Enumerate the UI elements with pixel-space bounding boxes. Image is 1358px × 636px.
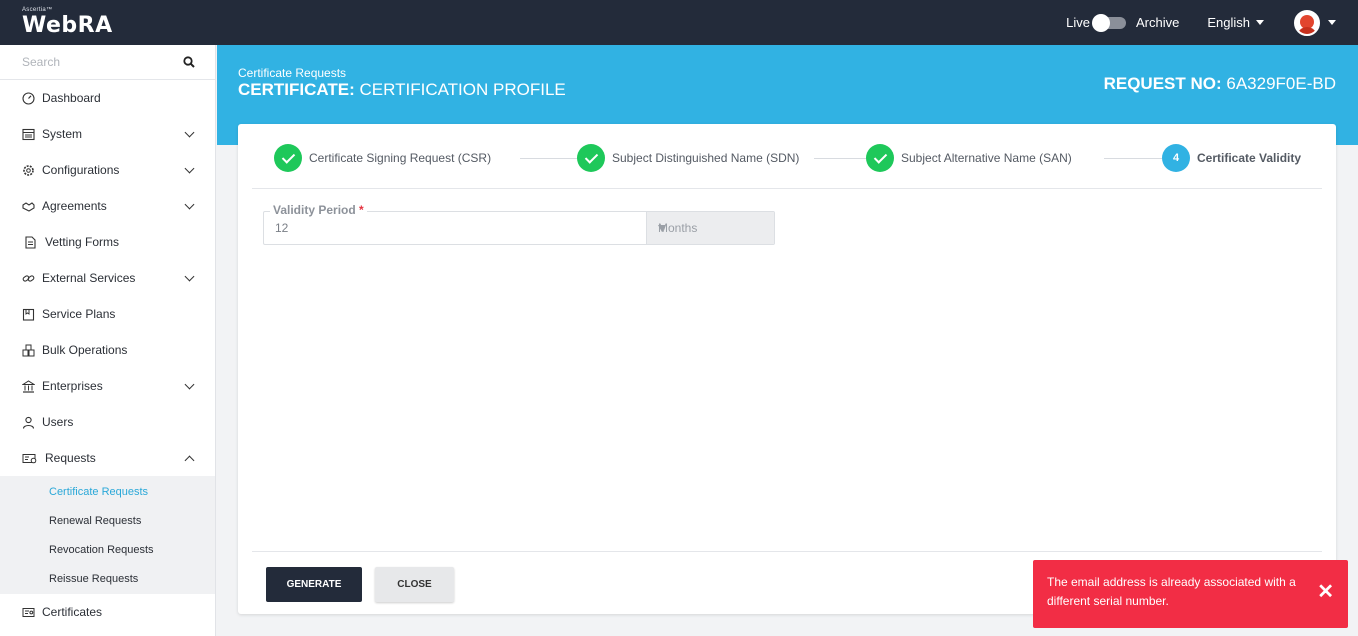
- sidebar-item-label: Certificates: [42, 605, 103, 619]
- chevron-up-icon: [184, 455, 195, 465]
- step-label: Subject Distinguished Name (SDN): [612, 151, 800, 165]
- sidebar-item-requests[interactable]: Requests: [0, 440, 215, 476]
- step-sdn[interactable]: Subject Distinguished Name (SDN): [577, 144, 799, 172]
- sidebar-item-agreements[interactable]: Agreements: [0, 188, 215, 224]
- sidebar-item-vetting-forms[interactable]: Vetting Forms: [0, 224, 215, 260]
- app-logo[interactable]: Ascertia™ WebRA: [22, 7, 113, 38]
- language-dropdown[interactable]: English: [1207, 15, 1264, 30]
- sidebar-subitem-certificate-requests[interactable]: Certificate Requests: [0, 477, 215, 506]
- sidebar-subitem-revocation-requests[interactable]: Revocation Requests: [0, 535, 215, 564]
- chevron-down-icon: [184, 127, 195, 137]
- request-number-value: 6A329F0E-BD: [1221, 74, 1336, 93]
- sidebar-item-external-services[interactable]: External Services: [0, 260, 215, 296]
- sidebar-item-label: Service Plans: [42, 307, 116, 321]
- generate-button[interactable]: GENERATE: [266, 567, 362, 602]
- card-footer-divider: [252, 551, 1322, 552]
- error-toast: The email address is already associated …: [1033, 560, 1348, 628]
- step-validity[interactable]: 4 Certificate Validity: [1162, 144, 1301, 172]
- system-icon: [22, 128, 35, 140]
- close-button[interactable]: CLOSE: [375, 567, 454, 602]
- dashboard-icon: [22, 91, 35, 105]
- sidebar-item-label: Agreements: [42, 199, 107, 213]
- link-icon: [22, 274, 35, 282]
- sidebar-search: [0, 45, 215, 80]
- bank-icon: [22, 379, 35, 393]
- avatar[interactable]: [1294, 9, 1320, 36]
- sidebar: Dashboard System Configurations Agreemen…: [0, 45, 216, 636]
- check-icon: [274, 144, 302, 172]
- sidebar-item-certificates[interactable]: Certificates: [0, 594, 215, 630]
- page-title: CERTIFICATE: CERTIFICATION PROFILE: [238, 80, 566, 100]
- validity-period-label: Validity Period *: [270, 203, 367, 217]
- validity-period-field: Validity Period * 12 Months: [263, 203, 775, 245]
- certificate-icon: [22, 607, 35, 617]
- caret-down-icon: [658, 225, 666, 232]
- handshake-icon: [22, 201, 35, 212]
- sidebar-item-system[interactable]: System: [0, 116, 215, 152]
- step-label: Certificate Validity: [1197, 151, 1302, 165]
- wizard-stepper: Certificate Signing Request (CSR) Subjec…: [252, 124, 1322, 189]
- step-connector: [814, 158, 874, 159]
- requests-icon: [22, 453, 37, 463]
- sidebar-subitem-reissue-requests[interactable]: Reissue Requests: [0, 564, 215, 593]
- user-icon: [22, 416, 35, 429]
- sidebar-subitem-renewal-requests[interactable]: Renewal Requests: [0, 506, 215, 535]
- sidebar-item-label: Users: [42, 415, 74, 429]
- step-number: 4: [1162, 144, 1190, 172]
- form-icon: [25, 235, 36, 249]
- validity-period-input[interactable]: 12: [275, 221, 625, 235]
- live-archive-toggle[interactable]: [1092, 13, 1126, 32]
- search-icon[interactable]: [183, 56, 195, 68]
- requests-submenu: Certificate Requests Renewal Requests Re…: [0, 476, 215, 594]
- plans-icon: [22, 308, 35, 321]
- search-input[interactable]: [22, 55, 172, 69]
- top-bar: Ascertia™ WebRA Live Archive English: [0, 0, 1358, 45]
- check-icon: [866, 144, 894, 172]
- chevron-down-icon: [184, 379, 195, 389]
- sidebar-item-label: External Services: [42, 271, 136, 285]
- user-menu-caret-icon[interactable]: [1328, 20, 1336, 25]
- sidebar-item-label: System: [42, 127, 83, 141]
- sidebar-item-service-plans[interactable]: Service Plans: [0, 296, 215, 332]
- step-csr[interactable]: Certificate Signing Request (CSR): [274, 144, 491, 172]
- sidebar-item-enterprises[interactable]: Enterprises: [0, 368, 215, 404]
- caret-down-icon: [1256, 20, 1264, 25]
- archive-label: Archive: [1136, 15, 1180, 30]
- sidebar-item-label: Dashboard: [42, 91, 101, 105]
- required-mark: *: [359, 203, 364, 217]
- sidebar-item-configurations[interactable]: Configurations: [0, 152, 215, 188]
- sidebar-item-label: Configurations: [42, 163, 120, 177]
- sidebar-item-label: Enterprises: [42, 379, 103, 393]
- chevron-down-icon: [184, 199, 195, 209]
- breadcrumb[interactable]: Certificate Requests: [238, 66, 346, 80]
- wizard-card: Certificate Signing Request (CSR) Subjec…: [238, 124, 1336, 614]
- check-icon: [577, 144, 605, 172]
- live-label: Live: [1066, 15, 1090, 30]
- sidebar-item-label: Requests: [45, 451, 96, 465]
- logo-text: WebRA: [22, 13, 113, 38]
- request-number: REQUEST NO: 6A329F0E-BD: [1104, 74, 1336, 94]
- chevron-down-icon: [184, 271, 195, 281]
- page-title-rest: CERTIFICATION PROFILE: [354, 80, 566, 99]
- step-connector: [520, 158, 582, 159]
- step-label: Subject Alternative Name (SAN): [901, 151, 1072, 165]
- chevron-down-icon: [184, 163, 195, 173]
- step-connector: [1104, 158, 1162, 159]
- step-label: Certificate Signing Request (CSR): [309, 151, 492, 165]
- gear-icon: [23, 164, 34, 176]
- sidebar-item-bulk-operations[interactable]: Bulk Operations: [0, 332, 215, 368]
- bulk-icon: [22, 344, 35, 356]
- toast-message: The email address is already associated …: [1047, 575, 1296, 608]
- page-title-bold: CERTIFICATE:: [238, 80, 355, 99]
- sidebar-item-label: Bulk Operations: [42, 343, 128, 357]
- step-san[interactable]: Subject Alternative Name (SAN): [866, 144, 1072, 172]
- validity-unit-select[interactable]: Months: [646, 212, 774, 244]
- request-number-label: REQUEST NO:: [1103, 74, 1222, 93]
- language-label: English: [1207, 15, 1250, 30]
- close-icon[interactable]: ✕: [1317, 582, 1334, 602]
- sidebar-item-label: Vetting Forms: [45, 235, 120, 249]
- sidebar-item-dashboard[interactable]: Dashboard: [0, 80, 215, 116]
- sidebar-item-users[interactable]: Users: [0, 404, 215, 440]
